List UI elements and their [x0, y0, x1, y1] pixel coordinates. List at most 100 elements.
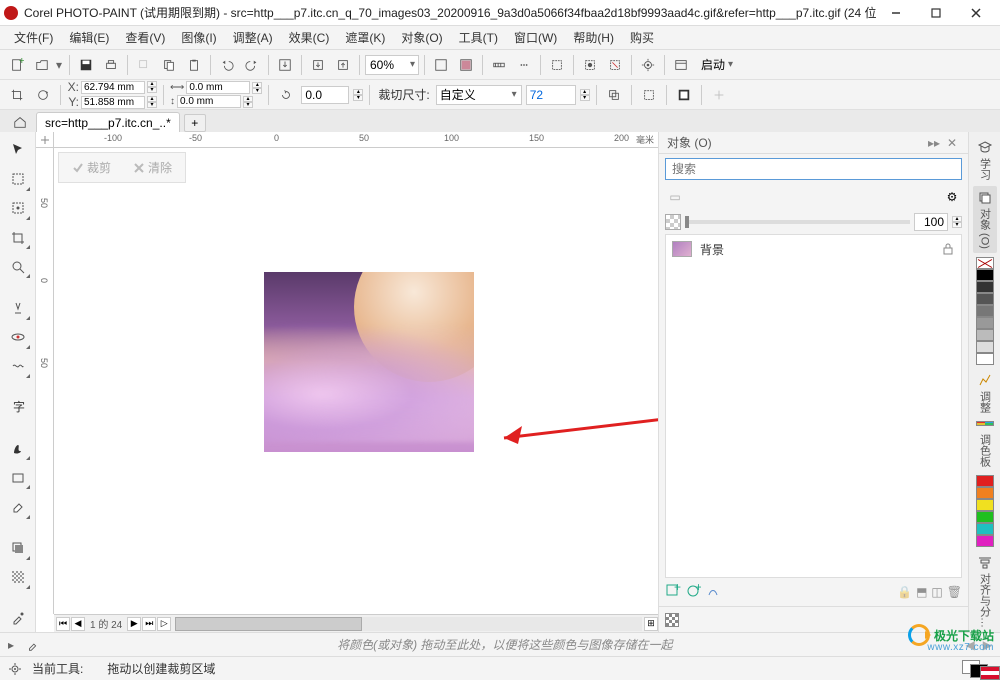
shadow-tool[interactable] — [4, 535, 32, 562]
cut-button[interactable] — [133, 54, 155, 76]
paste-button[interactable] — [183, 54, 205, 76]
rectangle-tool[interactable] — [4, 464, 32, 491]
resolution-input[interactable] — [526, 85, 576, 105]
select-button[interactable]: ◫ — [931, 585, 942, 599]
menu-view[interactable]: 查看(V) — [117, 27, 173, 48]
liquid-tool[interactable] — [4, 353, 32, 380]
menu-image[interactable]: 图像(I) — [173, 27, 224, 48]
pager-next[interactable]: ▶ — [127, 617, 141, 631]
swatch-none[interactable] — [976, 257, 994, 269]
app-launcher-icon[interactable] — [670, 54, 692, 76]
menu-effect[interactable]: 效果(C) — [281, 27, 338, 48]
strip-palette[interactable]: 调色板 — [973, 430, 997, 471]
horizontal-scrollbar[interactable]: ⏮ ◀ 1 的 24 ▶ ⏭ ▷ ⊞ — [54, 614, 658, 632]
eyedropper-palette[interactable] — [22, 634, 44, 656]
op-down[interactable]: ▾ — [952, 222, 962, 228]
launch-button[interactable]: 启动▾ — [695, 56, 739, 73]
palette-icon[interactable] — [976, 421, 994, 426]
copy-button[interactable] — [158, 54, 180, 76]
docker-options-button[interactable]: ⚙ — [942, 187, 962, 207]
grayscale-swatches[interactable] — [976, 257, 994, 365]
minimize-button[interactable] — [876, 1, 916, 25]
open-dropdown[interactable]: ▾ — [56, 54, 64, 76]
pager-play[interactable]: ▷ — [157, 617, 171, 631]
ruler-button[interactable] — [488, 54, 510, 76]
opacity-value[interactable]: 100 — [914, 213, 948, 231]
crop-tool[interactable] — [4, 224, 32, 251]
navigator-button[interactable]: ⊞ — [644, 617, 658, 631]
res-down[interactable]: ▾ — [580, 95, 590, 101]
zoom-tool[interactable] — [4, 253, 32, 280]
image-content[interactable] — [264, 272, 474, 452]
crop-dark-icon[interactable] — [673, 84, 695, 106]
strip-objects[interactable]: 对象 (O) — [973, 186, 997, 253]
swatch-black[interactable] — [976, 269, 994, 281]
docker-close-button[interactable]: ✕ — [944, 135, 960, 151]
text-tool[interactable]: 字 — [4, 394, 32, 421]
pager-last[interactable]: ⏭ — [142, 617, 156, 631]
pager-prev[interactable]: ◀ — [71, 617, 85, 631]
h-down[interactable]: ▾ — [243, 102, 253, 108]
fullscreen-button[interactable] — [430, 54, 452, 76]
width-value[interactable]: 0.0 mm — [186, 81, 250, 94]
ruler-vertical[interactable]: 50 0 50 — [36, 148, 54, 614]
add-tab-button[interactable]: + — [184, 114, 206, 132]
merge-button[interactable]: ⬒ — [916, 585, 927, 599]
color-swatches[interactable] — [976, 475, 994, 547]
rect-mask-tool[interactable] — [4, 165, 32, 192]
menu-buy[interactable]: 购买 — [622, 27, 662, 48]
home-tab[interactable] — [8, 112, 32, 132]
palette-scroll-right[interactable]: ▶ — [983, 638, 992, 652]
menu-window[interactable]: 窗口(W) — [506, 27, 565, 48]
hscroll-track[interactable] — [175, 617, 642, 631]
y-down[interactable]: ▾ — [147, 102, 157, 108]
blend-mode-button[interactable]: ▭ — [665, 187, 685, 207]
angle-input[interactable] — [301, 86, 349, 104]
y-value[interactable]: 51.858 mm — [81, 96, 145, 109]
angle-down[interactable]: ▾ — [353, 95, 363, 101]
crop-size-select[interactable]: 自定义 — [436, 85, 522, 105]
canvas[interactable]: 裁剪 清除 — [54, 148, 658, 614]
export-up-button[interactable] — [332, 54, 354, 76]
strip-learn[interactable]: 学习 — [973, 136, 997, 184]
redo-button[interactable] — [241, 54, 263, 76]
ruler-origin[interactable] — [36, 132, 54, 148]
eraser-tool[interactable] — [4, 493, 32, 520]
layer-list[interactable]: 背景 — [665, 234, 962, 578]
pager-first[interactable]: ⏮ — [56, 617, 70, 631]
ruler-horizontal[interactable]: -100 -50 0 50 100 150 200 毫米 — [54, 132, 658, 148]
zoom-select[interactable]: 60% — [365, 55, 419, 75]
maximize-button[interactable] — [916, 1, 956, 25]
menu-file[interactable]: 文件(F) — [6, 27, 61, 48]
w-down[interactable]: ▾ — [252, 88, 262, 94]
crop-tool-icon[interactable] — [6, 84, 28, 106]
export-down-button[interactable] — [307, 54, 329, 76]
layer-row-background[interactable]: 背景 — [666, 235, 961, 263]
menu-mask[interactable]: 遮罩(K) — [337, 27, 393, 48]
marquee2-icon[interactable] — [638, 84, 660, 106]
lock-button[interactable]: 🔒 — [897, 585, 912, 599]
rotate-icon[interactable] — [275, 84, 297, 106]
object-search-input[interactable] — [665, 158, 962, 180]
pick-tool[interactable] — [4, 136, 32, 163]
x-down[interactable]: ▾ — [147, 87, 157, 93]
palette-scroll-left[interactable]: ◀ — [966, 638, 975, 652]
menu-edit[interactable]: 编辑(E) — [61, 27, 117, 48]
menu-adjust[interactable]: 调整(A) — [225, 27, 281, 48]
menu-object[interactable]: 对象(O) — [393, 27, 450, 48]
layer-lock-icon[interactable] — [941, 242, 955, 256]
swatch-white[interactable] — [976, 353, 994, 365]
palette-menu-button[interactable]: ▸ — [8, 638, 14, 652]
new-lens-button[interactable] — [705, 583, 721, 602]
guides-button[interactable] — [513, 54, 535, 76]
menu-tool[interactable]: 工具(T) — [451, 27, 506, 48]
close-button[interactable] — [956, 1, 996, 25]
menu-help[interactable]: 帮助(H) — [565, 27, 622, 48]
import-button[interactable] — [274, 54, 296, 76]
redeye-tool[interactable] — [4, 324, 32, 351]
save-button[interactable] — [75, 54, 97, 76]
new-button[interactable]: + — [6, 54, 28, 76]
eyedropper-tool[interactable] — [4, 605, 32, 632]
options-button[interactable] — [637, 54, 659, 76]
clone-tool[interactable] — [4, 294, 32, 321]
